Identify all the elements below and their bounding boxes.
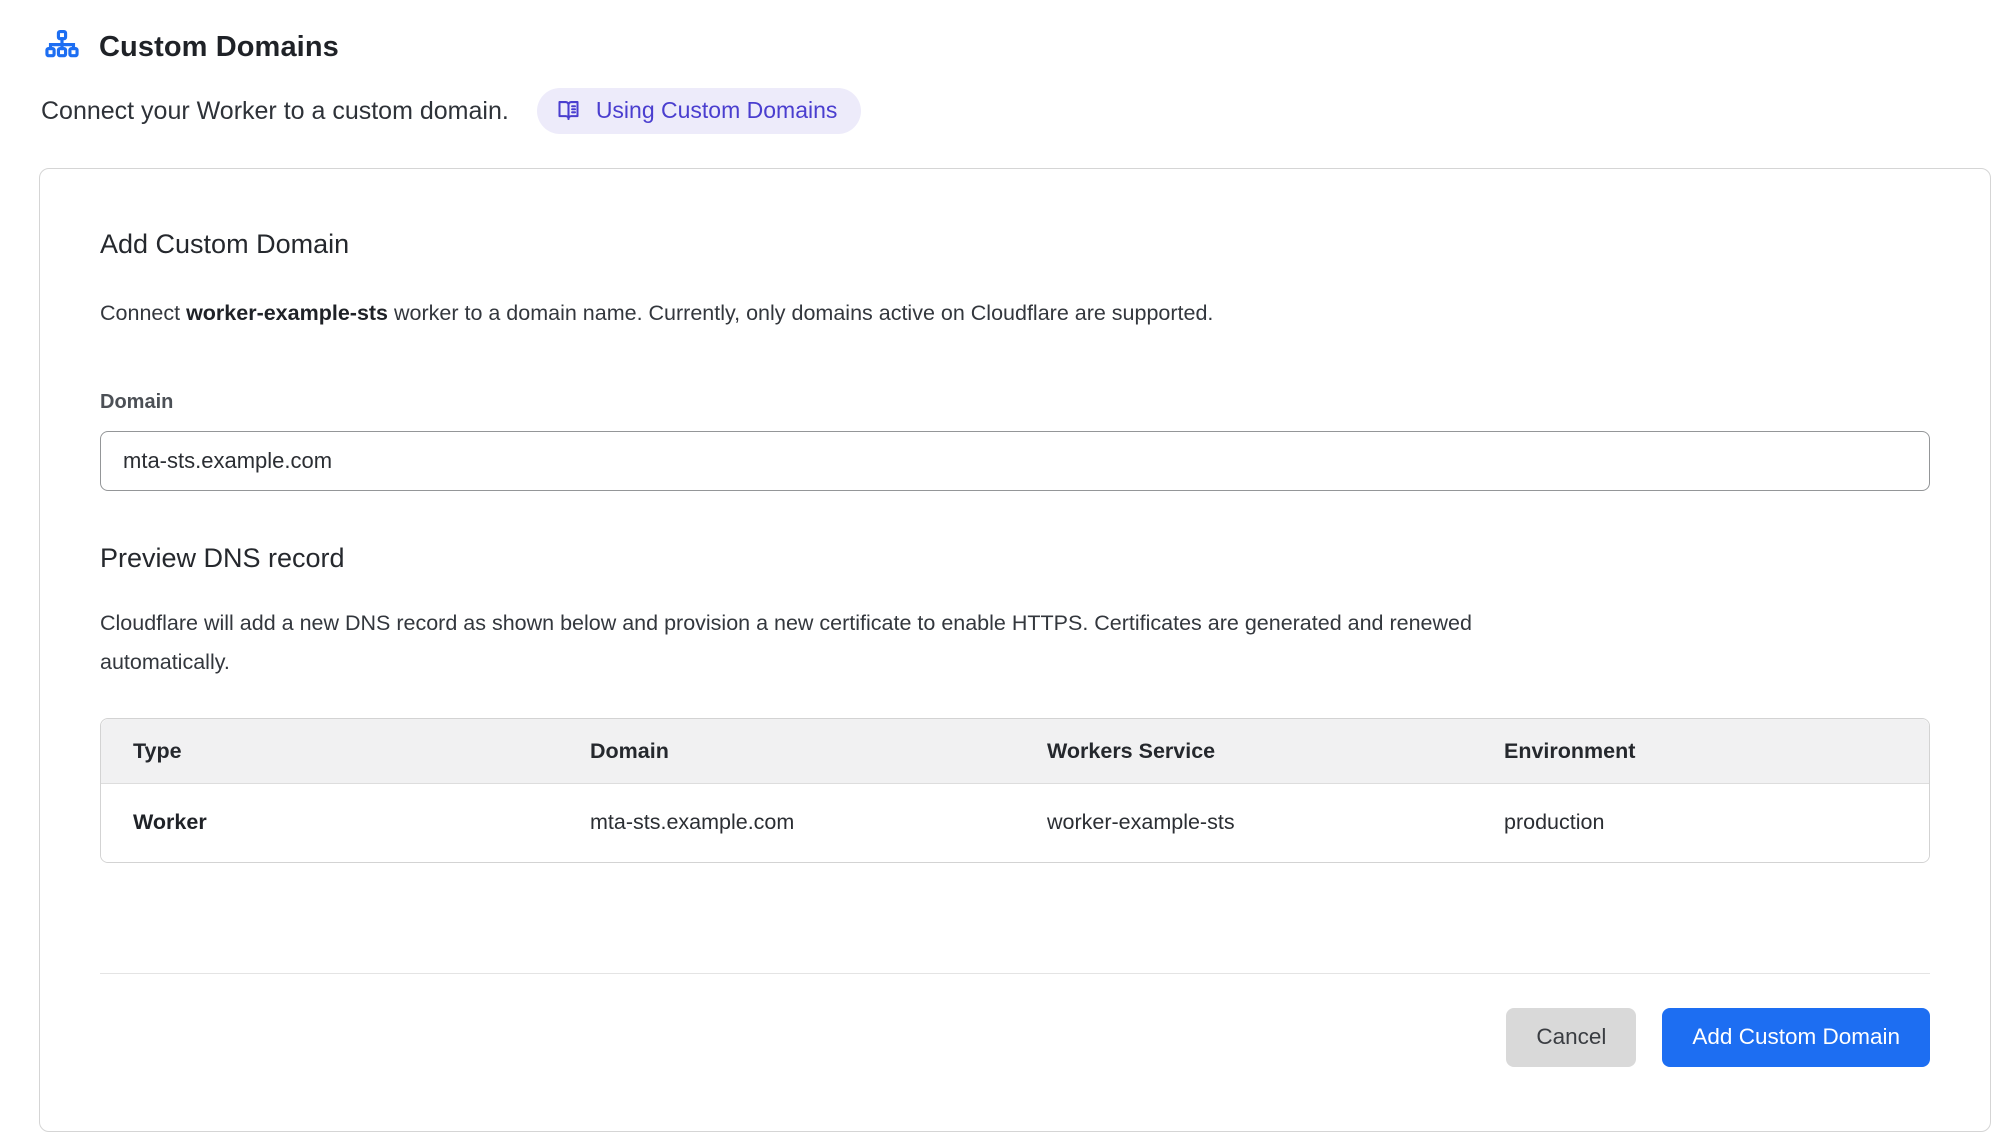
description-prefix: Connect	[100, 301, 186, 325]
book-open-icon	[555, 97, 582, 124]
column-header-type: Type	[101, 719, 558, 784]
add-custom-domain-card: Add Custom Domain Connect worker-example…	[39, 168, 1991, 1132]
table-row: Worker mta-sts.example.com worker-exampl…	[101, 784, 1929, 862]
cell-domain: mta-sts.example.com	[558, 784, 1015, 862]
worker-name: worker-example-sts	[186, 301, 388, 325]
page-subheader: Connect your Worker to a custom domain. …	[39, 88, 1991, 134]
cell-environment: production	[1472, 784, 1929, 862]
docs-link-label: Using Custom Domains	[596, 99, 838, 122]
page-header: Custom Domains	[39, 28, 1991, 66]
docs-link-badge[interactable]: Using Custom Domains	[537, 88, 862, 134]
column-header-domain: Domain	[558, 719, 1015, 784]
preview-dns-heading: Preview DNS record	[100, 543, 1930, 574]
table-header-row: Type Domain Workers Service Environment	[101, 719, 1929, 784]
page-title: Custom Domains	[99, 31, 339, 64]
dns-preview-table: Type Domain Workers Service Environment …	[100, 718, 1930, 863]
column-header-workers-service: Workers Service	[1015, 719, 1472, 784]
add-custom-domain-button[interactable]: Add Custom Domain	[1662, 1008, 1930, 1067]
cell-type: Worker	[101, 784, 558, 862]
worker-description: Connect worker-example-sts worker to a d…	[100, 294, 1930, 333]
cell-workers-service: worker-example-sts	[1015, 784, 1472, 862]
cancel-button[interactable]: Cancel	[1506, 1008, 1636, 1067]
domain-label: Domain	[100, 391, 1930, 414]
actions-row: Cancel Add Custom Domain	[100, 1008, 1930, 1067]
description-suffix: worker to a domain name. Currently, only…	[388, 301, 1213, 325]
sitemap-icon	[43, 28, 81, 66]
custom-domains-page: Custom Domains Connect your Worker to a …	[0, 0, 1999, 1132]
page-subtitle: Connect your Worker to a custom domain.	[41, 97, 509, 126]
column-header-environment: Environment	[1472, 719, 1929, 784]
domain-input[interactable]	[100, 431, 1930, 491]
card-heading: Add Custom Domain	[100, 229, 1930, 260]
actions-divider	[100, 973, 1930, 974]
preview-dns-description: Cloudflare will add a new DNS record as …	[100, 604, 1560, 682]
